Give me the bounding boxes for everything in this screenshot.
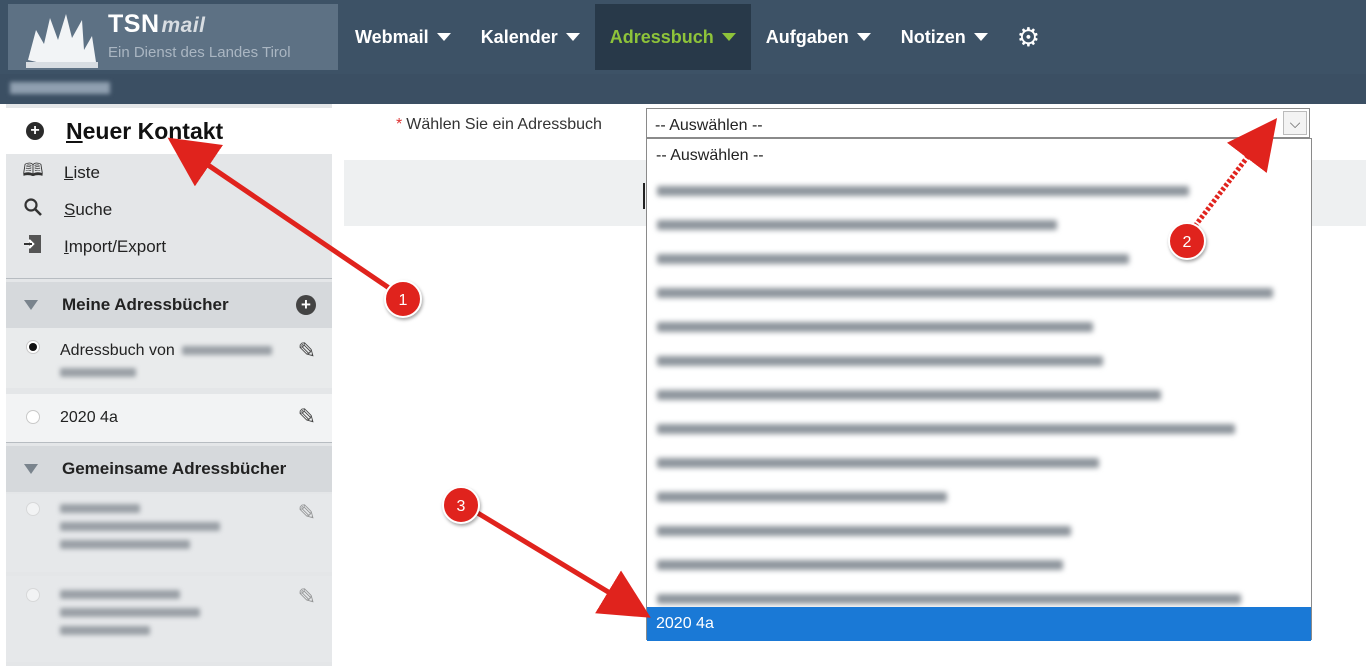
dropdown-option-redacted[interactable] <box>647 547 1311 581</box>
annotation-badge-3: 3 <box>442 486 480 524</box>
text-cursor <box>643 183 645 209</box>
collapse-triangle-icon <box>24 300 38 310</box>
redacted-name <box>60 504 140 513</box>
dropdown-option-redacted[interactable] <box>647 309 1311 343</box>
select-value: -- Auswählen -- <box>655 117 763 134</box>
nav-aufgaben[interactable]: Aufgaben <box>751 4 886 70</box>
dropdown-option[interactable]: -- Auswählen -- <box>647 139 1311 173</box>
annotation-badge-2: 2 <box>1168 222 1206 260</box>
shared-addressbooks-header[interactable]: Gemeinsame Adressbücher <box>6 446 332 492</box>
nav-kalender[interactable]: Kalender <box>466 4 595 70</box>
redacted-text <box>657 390 1161 400</box>
redacted-text <box>657 594 1241 604</box>
redacted-name <box>60 368 136 377</box>
sidebar-item-liste[interactable]: 🕮 Liste <box>6 154 332 191</box>
chevron-down-icon[interactable]: ⌵ <box>1283 111 1307 135</box>
dropdown-option-redacted[interactable] <box>647 513 1311 547</box>
redacted-text <box>657 560 1063 570</box>
caret-down-icon <box>856 33 871 41</box>
radio-unselected[interactable] <box>26 502 40 516</box>
dropdown-option-redacted[interactable] <box>647 479 1311 513</box>
import-export-icon <box>22 234 44 259</box>
redacted-name <box>60 522 220 531</box>
redacted-text <box>657 288 1273 298</box>
pencil-icon[interactable]: ✎ <box>298 338 316 364</box>
redacted-text <box>657 458 1099 468</box>
logo-subtitle: Ein Dienst des Landes Tirol <box>108 44 291 61</box>
redacted-text <box>657 492 947 502</box>
addressbook-select-label: * Wählen Sie ein Adressbuch <box>396 116 602 133</box>
pencil-icon[interactable]: ✎ <box>298 584 316 610</box>
user-name-redacted <box>10 82 110 94</box>
redacted-text <box>657 526 1071 536</box>
nav-adressbuch[interactable]: Adressbuch <box>594 4 751 70</box>
redacted-name <box>60 626 150 635</box>
divider <box>6 278 332 279</box>
addressbook-select[interactable]: -- Auswählen -- ⌵ <box>646 108 1310 138</box>
sidebar: + Neuer Kontakt 🕮 Liste Suche Import/Exp… <box>6 104 332 666</box>
nav-webmail[interactable]: Webmail <box>340 4 466 70</box>
dropdown-option-redacted[interactable] <box>647 241 1311 275</box>
plus-circle-icon: + <box>26 122 44 140</box>
addressbook-dropdown: -- Auswählen -- 2020 4a <box>646 138 1312 641</box>
radio-unselected[interactable] <box>26 588 40 602</box>
redacted-text <box>657 186 1189 196</box>
my-addressbooks-header[interactable]: Meine Adressbücher + <box>6 282 332 328</box>
sidebar-menu: 🕮 Liste Suche Import/Export <box>6 154 332 265</box>
main-nav: Webmail Kalender Adressbuch Aufgaben Not… <box>340 4 1054 70</box>
redacted-text <box>657 220 1057 230</box>
sidebar-item-suche[interactable]: Suche <box>6 191 332 228</box>
caret-down-icon <box>973 33 988 41</box>
user-bar <box>0 74 1366 104</box>
search-icon <box>22 198 44 221</box>
redacted-name <box>182 346 272 355</box>
sidebar-item-import-export[interactable]: Import/Export <box>6 228 332 265</box>
redacted-text <box>657 424 1235 434</box>
nav-notizen[interactable]: Notizen <box>886 4 1003 70</box>
dropdown-option-redacted[interactable] <box>647 411 1311 445</box>
redacted-text <box>657 254 1129 264</box>
redacted-name <box>60 608 200 617</box>
book-icon: 🕮 <box>22 159 44 180</box>
dropdown-option-redacted[interactable] <box>647 207 1311 241</box>
addressbook-item-2020-4a[interactable]: 2020 4a ✎ <box>6 394 332 442</box>
caret-down-icon <box>565 33 580 41</box>
dropdown-option-redacted[interactable] <box>647 343 1311 377</box>
logo[interactable]: TSNmail Ein Dienst des Landes Tirol <box>8 4 338 70</box>
collapse-triangle-icon <box>24 464 38 474</box>
radio-unselected[interactable] <box>26 410 40 424</box>
pencil-icon[interactable]: ✎ <box>298 404 316 430</box>
redacted-name <box>60 540 190 549</box>
redacted-text <box>657 322 1093 332</box>
dropdown-option-redacted[interactable] <box>647 445 1311 479</box>
new-contact-button[interactable]: + Neuer Kontakt <box>6 108 332 154</box>
addressbook-item-own[interactable]: Adressbuch von ✎ <box>6 328 332 388</box>
caret-down-icon <box>721 33 736 41</box>
dropdown-option-redacted[interactable] <box>647 377 1311 411</box>
divider <box>6 442 332 443</box>
logo-title: TSNmail <box>108 10 206 38</box>
redacted-text <box>657 356 1103 366</box>
shared-addressbook-item[interactable]: ✎ <box>6 494 332 572</box>
redacted-name <box>60 590 180 599</box>
annotation-badge-1: 1 <box>384 280 422 318</box>
dropdown-option-redacted[interactable] <box>647 275 1311 309</box>
gear-icon[interactable]: ⚙ <box>1003 4 1054 70</box>
dropdown-option-selected[interactable]: 2020 4a <box>647 607 1311 641</box>
shared-addressbook-item[interactable]: ✎ <box>6 576 332 662</box>
top-bar: TSNmail Ein Dienst des Landes Tirol Webm… <box>0 0 1366 74</box>
new-contact-label: Neuer Kontakt <box>66 117 224 144</box>
add-addressbook-icon[interactable]: + <box>296 295 316 315</box>
eagle-logo-icon <box>26 14 98 68</box>
pencil-icon[interactable]: ✎ <box>298 500 316 526</box>
dropdown-option-redacted[interactable] <box>647 173 1311 207</box>
radio-selected[interactable] <box>26 340 40 354</box>
caret-down-icon <box>436 33 451 41</box>
